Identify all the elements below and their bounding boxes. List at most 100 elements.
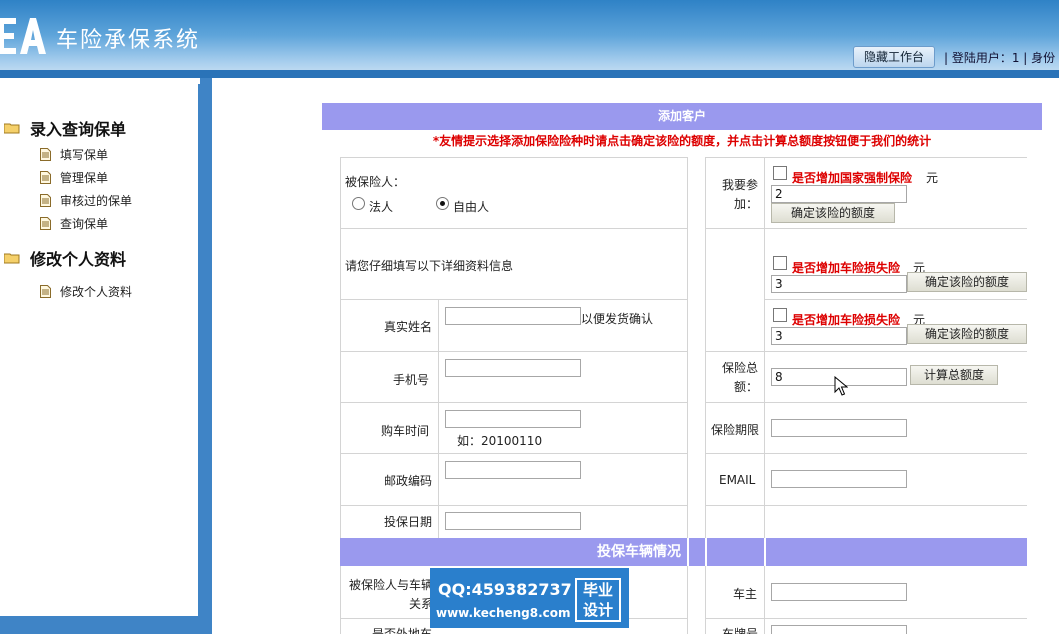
postcode-input[interactable]: [445, 461, 581, 479]
grid-line: [340, 453, 688, 454]
watermark-badge: 毕业 设计: [575, 578, 621, 622]
period-input[interactable]: [771, 419, 907, 437]
grid-line: [438, 299, 439, 538]
sidebar-splitter[interactable]: [200, 78, 212, 634]
sidebar-item-manage-policy[interactable]: 管理保单: [40, 169, 108, 186]
sidebar-item-edit-profile[interactable]: 修改个人资料: [40, 283, 132, 300]
document-icon: [40, 285, 51, 298]
ins3-label: 是否增加车险损失险: [792, 313, 901, 327]
email-input[interactable]: [771, 470, 907, 488]
watermark-url: www.kecheng8.com: [436, 606, 571, 620]
grid-line: [705, 505, 1027, 506]
sidebar-item-label: 修改个人资料: [60, 285, 133, 299]
watermark-badge-line1: 毕业: [582, 581, 613, 599]
grid-line: [687, 566, 688, 634]
ins2-checkbox[interactable]: [773, 256, 787, 270]
name-hint: 以便发货确认: [581, 312, 654, 326]
sidebar: 录入查询保单 填写保单 管理保单 审核过的保单 查询保单 修改个人资料 修改个人…: [0, 84, 200, 618]
foreign-car-label: 是否外地车: [372, 627, 433, 634]
ins2-amount-input[interactable]: [771, 275, 907, 293]
ins1-checkbox[interactable]: [773, 166, 787, 180]
name-input[interactable]: [445, 307, 581, 325]
vehicle-section-header: 投保车辆情况: [340, 538, 687, 566]
grid-line: [764, 157, 765, 538]
grid-line: [340, 299, 688, 300]
grid-line: [705, 157, 1027, 158]
sidebar-item-query-policy[interactable]: 查询保单: [40, 215, 108, 232]
vehicle-section-header: [707, 538, 764, 566]
grid-line: [764, 299, 1027, 300]
grid-line: [705, 402, 1027, 403]
sidebar-group-policy[interactable]: 录入查询保单: [4, 116, 126, 140]
period-label: 保险期限: [711, 423, 760, 437]
app-title: 车险承保系统: [56, 28, 201, 53]
join-label-2: 加：: [734, 197, 759, 211]
radio-legal-person[interactable]: [352, 197, 365, 210]
relation-label: 被保险人与车辆: [349, 578, 434, 592]
calc-total-button[interactable]: 计算总额度: [910, 365, 998, 385]
document-icon: [40, 217, 51, 230]
total-label: 保险总: [722, 361, 759, 375]
grid-line: [340, 505, 688, 506]
user-info: | 登陆用户：1 | 身份: [944, 51, 1056, 65]
grid-line: [340, 402, 688, 403]
sidebar-group-label: 修改个人资料: [30, 250, 127, 269]
tip-text: *友情提示选择添加保险险种时请点击确定该险的额度，并点击计算总额度按钮便于我们的…: [432, 134, 932, 148]
ins2-label: 是否增加车险损失险: [792, 261, 901, 275]
mouse-cursor-icon: [834, 376, 848, 396]
folder-icon: [4, 123, 20, 134]
sidebar-item-label: 管理保单: [60, 171, 109, 185]
ins3-amount-input[interactable]: [771, 327, 907, 345]
name-label: 真实姓名: [384, 320, 433, 334]
plate-input[interactable]: [771, 625, 907, 634]
ins2-confirm-button[interactable]: 确定该险的额度: [907, 272, 1027, 292]
document-icon: [40, 171, 51, 184]
radio-free-label: 自由人: [453, 200, 490, 214]
buy-date-label: 购车时间: [381, 424, 430, 438]
owner-label: 车主: [733, 587, 758, 601]
header: 车险承保系统 隐藏工作台 | 登陆用户：1 | 身份: [0, 0, 1059, 78]
phone-label: 手机号: [393, 373, 430, 387]
grid-line: [687, 157, 688, 538]
sidebar-group-profile[interactable]: 修改个人资料: [4, 246, 126, 270]
grid-line: [705, 157, 706, 538]
sidebar-group-label: 录入查询保单: [30, 120, 127, 139]
grid-line: [705, 618, 1027, 619]
header-bar: [0, 70, 1059, 78]
ins1-unit: 元: [926, 171, 939, 185]
grid-line: [340, 566, 341, 634]
document-icon: [40, 194, 51, 207]
sidebar-item-fill-policy[interactable]: 填写保单: [40, 146, 108, 163]
hide-workbench-button[interactable]: 隐藏工作台: [853, 46, 935, 68]
grid-line: [705, 351, 1027, 352]
buy-date-hint: 如：20100110: [457, 434, 543, 448]
email-label: EMAIL: [719, 473, 756, 487]
buy-date-input[interactable]: [445, 410, 581, 428]
sidebar-item-reviewed-policy[interactable]: 审核过的保单: [40, 192, 132, 209]
watermark-badge-line2: 设计: [582, 601, 613, 619]
radio-free-person[interactable]: [436, 197, 449, 210]
vehicle-section-title: 投保车辆情况: [597, 544, 681, 560]
sidebar-item-label: 查询保单: [60, 217, 109, 231]
sidebar-item-label: 填写保单: [60, 148, 109, 162]
sidebar-footer: [0, 618, 212, 634]
ins1-label: 是否增加国家强制保险: [792, 171, 913, 185]
grid-line: [340, 228, 688, 229]
postcode-label: 邮政编码: [384, 474, 433, 488]
ins3-checkbox[interactable]: [773, 308, 787, 322]
grid-line: [340, 157, 688, 158]
grid-line: [705, 453, 1027, 454]
grid-line: [340, 157, 341, 538]
ins1-confirm-button[interactable]: 确定该险的额度: [771, 203, 895, 223]
grid-line: [764, 566, 765, 634]
insured-label: 被保险人：: [345, 175, 406, 189]
insure-date-input[interactable]: [445, 512, 581, 530]
owner-input[interactable]: [771, 583, 907, 601]
grid-line: [340, 351, 688, 352]
ins3-confirm-button[interactable]: 确定该险的额度: [907, 324, 1027, 344]
plate-label: 车牌号: [722, 627, 759, 634]
ins1-amount-input[interactable]: [771, 185, 907, 203]
document-icon: [40, 148, 51, 161]
total-label-2: 额：: [734, 380, 759, 394]
phone-input[interactable]: [445, 359, 581, 377]
